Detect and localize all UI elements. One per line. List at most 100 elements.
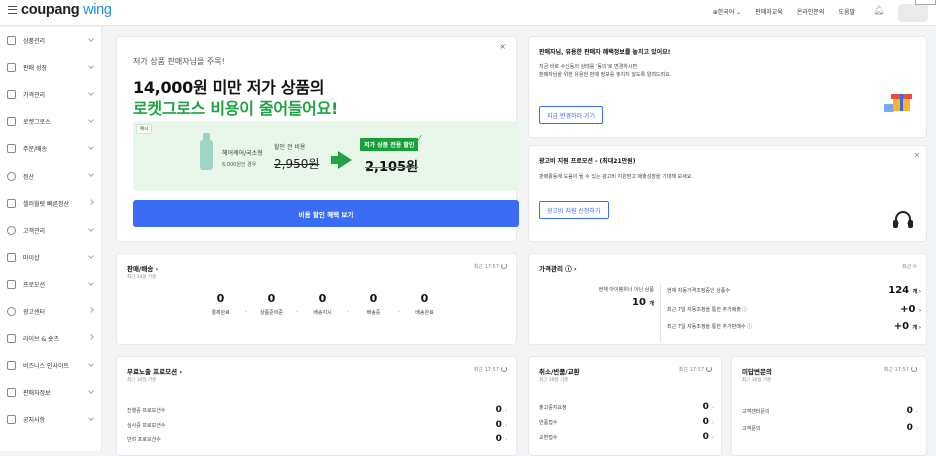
refresh-icon[interactable]: [911, 366, 917, 372]
chevron-right-icon: ›: [347, 309, 349, 315]
sidebar-item[interactable]: 라이브 & 숏츠: [0, 325, 101, 352]
chevron-down-icon: [88, 252, 94, 259]
list-item[interactable]: 심사중 프로모션수 0 ›: [127, 420, 507, 430]
sidebar-item[interactable]: 판매 성장: [0, 54, 101, 81]
sidebar-item[interactable]: 주문/배송: [0, 135, 101, 162]
close-icon[interactable]: ×: [499, 42, 506, 51]
free-exposure-title[interactable]: 무료노출 프로모션 ›: [127, 366, 182, 376]
gift-icon: [884, 88, 913, 112]
chevron-down-icon: [88, 63, 94, 69]
sidebar-item[interactable]: 마이샵: [0, 244, 101, 271]
price-row[interactable]: 최근 7일 자동조정을 통한 추가매출 ⓘ +0 ›: [667, 304, 921, 315]
sidebar-item-label: 프로모션: [23, 281, 46, 289]
sidebar-item[interactable]: 공지사항: [0, 406, 101, 433]
chevron-down-icon: [88, 280, 94, 286]
sidebar-item-label: 로켓그로스: [23, 119, 51, 127]
nav-help[interactable]: 도움말: [838, 7, 855, 16]
sidebar-item[interactable]: 광고센터: [0, 298, 101, 325]
chevron-right-icon: ›: [296, 309, 298, 315]
sidebar-item-label: 판매 성장: [23, 65, 47, 73]
list-item[interactable]: 교환접수 0 ›: [539, 432, 714, 442]
info-title: 판매자님, 유용한 판매자 혜택정보를 놓치고 있어요!: [539, 49, 671, 56]
box-icon: [7, 36, 16, 46]
after-price: 2,105원: [365, 160, 419, 175]
chevron-down-icon: [88, 225, 94, 232]
free-exposure-sub: 최근 30일 기준: [127, 378, 157, 383]
free-exposure-card: 무료노출 프로모션 › 최근 30일 기준 최근 17:57 진행중 프로모션수…: [116, 356, 517, 456]
sidebar-item-label: 고객관리: [23, 227, 46, 235]
non-winner-items[interactable]: 현재 아이템위너 아닌 상품 10 개: [540, 286, 654, 308]
change-consent-button[interactable]: 지금 변경하러 가기: [539, 106, 603, 124]
promotion-icon: [7, 279, 16, 289]
stat-delivered[interactable]: 0 배송완료: [399, 292, 450, 316]
cancel-title: 취소/반품/교환: [539, 368, 580, 376]
sidebar-item-label: 마이샵: [23, 254, 40, 262]
chevron-down-icon: [88, 171, 94, 178]
before-label: 할인 전 비용: [274, 144, 306, 151]
ad-support-card: × 광고비 지원 프로모션 - (최대21만원) 판매활동에 도움이 될 수 있…: [528, 145, 927, 242]
ad-title: 광고비 지원 프로모션 - (최대21만원): [539, 158, 636, 165]
price-row[interactable]: 최근 7일 자동조정을 통한 추가판매수 ⓘ +0 개 ›: [667, 321, 921, 332]
nav-online-inquiry[interactable]: 온라인문의: [797, 7, 825, 16]
smile-icon: [7, 225, 16, 235]
ad-apply-button[interactable]: 광고비 지원 신청하기: [539, 201, 609, 219]
logo[interactable]: coupang wing: [8, 2, 112, 18]
sidebar-item[interactable]: 가격관리: [0, 81, 101, 108]
sidebar-item[interactable]: 로켓그로스: [0, 108, 101, 135]
stat-instructed[interactable]: 0 배송지시: [297, 292, 348, 316]
chevron-right-icon: ›: [398, 309, 400, 315]
stat-paid[interactable]: 0 결제완료: [195, 292, 246, 316]
promo-subtitle: 저가 상품 판매자님을 주목!: [133, 57, 225, 66]
example-panel: 예시 헤어케어/국소형 6,000원인 경우 할인 전 비용 2,950원 저가…: [133, 121, 519, 191]
sales-delivery-card: 판매/배송 › 최근 14일 기준 최근 17:57 0 결제완료 0 상품준비중 …: [116, 253, 517, 345]
headset-icon: [893, 211, 913, 231]
sidebar-item-label: 주문/배송: [23, 146, 48, 154]
account-avatar[interactable]: [898, 4, 928, 22]
stat-preparing[interactable]: 0 상품준비중: [246, 292, 297, 316]
growth-icon: [7, 63, 16, 73]
top-header: coupang wing ⊕한국어 ⌄ 판매자교육 온라인문의 도움말 🔔︎: [0, 0, 936, 26]
sidebar-item[interactable]: 프로모션: [0, 271, 101, 298]
close-icon[interactable]: ×: [914, 151, 920, 159]
price-row[interactable]: 현재 자동가격조정중인 상품수 124 개 ›: [667, 285, 921, 296]
bell-icon[interactable]: 🔔︎: [873, 6, 884, 16]
before-price: 2,950원: [274, 157, 320, 171]
sidebar-item-label: 가격관리: [23, 92, 46, 100]
refresh-icon[interactable]: [501, 366, 507, 372]
unanswered-sub: 최근 30일 기준: [742, 378, 772, 383]
sidebar-item-label: 공지사항: [23, 417, 46, 425]
stat-shipping[interactable]: 0 배송중: [348, 292, 399, 316]
list-item[interactable]: 출고중지요청 0 ›: [539, 402, 714, 412]
nav-seller-education[interactable]: 판매자교육: [755, 7, 783, 16]
sidebar-item[interactable]: 판매자정보: [0, 379, 101, 406]
ad-desc: 판매활동에 도움이 될 수 있는 광고비 지원받고 매출성장을 기대해 보세요.: [539, 174, 693, 180]
refresh-icon[interactable]: [706, 366, 712, 372]
sidebar-item[interactable]: 정산: [0, 162, 101, 189]
list-item[interactable]: 진행중 프로모션수 0 ›: [127, 405, 507, 415]
chevron-right-icon: ›: [245, 309, 247, 315]
list-item[interactable]: 반품접수 0 ›: [539, 417, 714, 427]
sidebar-item-label: 판매자정보: [23, 390, 51, 398]
updated-time: 최근 ⟳: [902, 264, 917, 270]
chevron-down-icon: [88, 117, 94, 124]
list-item[interactable]: 반려 프로모션수 0 ›: [127, 434, 507, 444]
unanswered-title: 미답변문의: [742, 368, 772, 376]
bottle-icon: [200, 133, 213, 171]
sidebar-item[interactable]: 상품관리: [0, 27, 101, 54]
language-selector[interactable]: ⊕한국어 ⌄: [713, 7, 742, 16]
sidebar-item[interactable]: 고객관리: [0, 217, 101, 244]
refresh-icon[interactable]: [501, 263, 507, 269]
price-tag-icon: [7, 90, 16, 100]
sidebar-item-label: 정산: [23, 173, 35, 181]
rocket-icon: [7, 117, 16, 127]
sidebar-item[interactable]: 셀러월렛 빠른정산: [0, 190, 101, 217]
sales-title[interactable]: 판매/배송 ›: [127, 263, 158, 273]
menu-icon[interactable]: [8, 6, 17, 14]
list-item[interactable]: 고객센터문의 0 ›: [742, 406, 918, 416]
sidebar-item[interactable]: 비즈니스 인사이트: [0, 352, 101, 379]
chevron-down-icon: [88, 90, 94, 97]
discount-benefit-button[interactable]: 비용 할인 혜택 보기: [133, 200, 519, 227]
price-title[interactable]: 가격관리 ⓘ ›: [539, 263, 577, 273]
list-item[interactable]: 고객문의 0 ›: [742, 423, 918, 433]
chevron-down-icon: [88, 36, 94, 42]
